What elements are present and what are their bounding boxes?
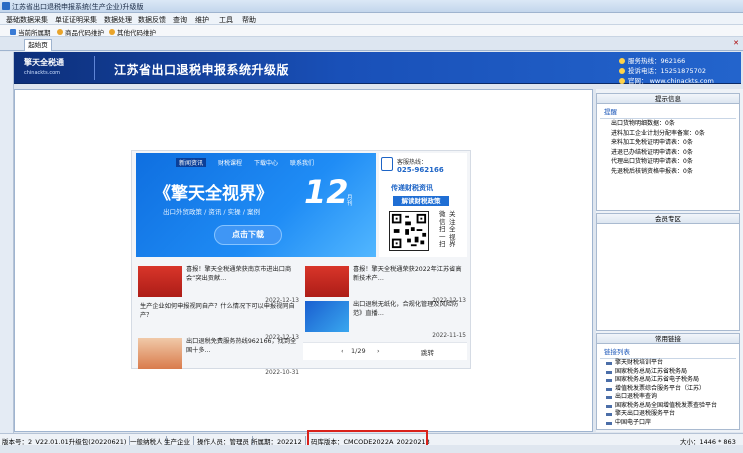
ad-nav-download[interactable]: 下载中心 [254,158,278,167]
complaint-phone: 投诉电话：15251875702 [619,65,706,75]
other-code-button[interactable]: 其他代码维护 [109,27,156,37]
follow-text-2: 关注全视界 [449,210,456,248]
slogan-1: 传递财税资讯 [391,184,433,192]
tip-line[interactable]: 来料加工免税证明申请表：0条 [597,138,739,148]
window-title: 江苏省出口退税申报系统(生产企业)升级版 [12,3,144,11]
hotline: 服务热线：962166 [619,55,685,65]
link-item[interactable]: 出口退税率查询 [597,393,739,402]
link-item[interactable]: 擎天财税培训平台 [597,359,739,368]
member-panel: 会员专区 [596,213,740,331]
news-item[interactable]: 出口退税免费服务热线962166，找到全国十多… 2022-10-31 [136,336,301,376]
tab-strip: 起始页 ✕ [0,37,743,51]
left-rail [0,52,14,433]
link-item[interactable]: 中国电子口岸 [597,419,739,428]
gear-icon [57,29,63,35]
tips-subheader: 提醒 [600,104,736,119]
link-item[interactable]: 国家税务总局江苏省电子税务局 [597,376,739,385]
member-header: 会员专区 [597,214,739,224]
menu-basic-data[interactable]: 基础数据采集 [6,15,48,25]
tips-header: 提示信息 [597,94,739,104]
toolbar: 当前所属期 商品代码维护 其他代码维护 [0,25,743,37]
goto-page-button[interactable]: 跳转 [421,347,434,357]
ad-headline: 《擎天全视界》 [154,184,273,204]
gear-icon [109,29,115,35]
ad-nav-courses[interactable]: 财税课程 [218,158,242,167]
ad-month-number: 12 [304,173,349,211]
qr-code-icon [389,211,429,251]
tips-panel: 提示信息 提醒 出口货物明细数据：0条 进料加工企业计划分配率备案：0条 来料加… [596,93,740,211]
phone-icon [619,58,625,64]
news-item[interactable]: 喜报！擎天全税通荣获2022年江苏省高新技术产… 2022-12-13 [303,264,468,304]
news-thumbnail [305,301,349,332]
link-item[interactable]: 增值税发票综合服务平台（江苏） [597,385,739,394]
title-bar: 江苏省出口退税申报系统(生产企业)升级版 [0,0,743,13]
brand-logo: 擎天全税通 chinackts.com [24,58,64,76]
ad-side-panel: 客服热线： 025-962166 传递财税资讯 解读财税政策 微信扫一扫 关注全… [379,153,467,257]
tip-line[interactable]: 出口货物明细数据：0条 [597,119,739,129]
magazine-ad[interactable]: 新闻资讯 财税课程 下载中心 联系我们 《擎天全视界》 12 月刊 出口外贸政策… [136,153,376,257]
hotline-label: 客服热线： [397,159,428,166]
menu-maintenance[interactable]: 维护 [195,15,209,25]
system-title: 江苏省出口退税申报系统升级版 [114,63,290,77]
tip-line[interactable]: 代理出口货物证明申请表：0条 [597,157,739,167]
ad-subline: 出口外贸政策 / 资讯 / 实操 / 案例 [163,208,260,216]
commodity-code-button[interactable]: 商品代码维护 [57,27,104,37]
links-panel: 常用链接 链接列表 擎天财税培训平台 国家税务总局江苏省税务局 国家税务总局江苏… [596,333,740,430]
slogan-2: 解读财税政策 [393,196,449,206]
news-item[interactable]: 出口退税无纸化，合规化管理及风险防范》直播… 2022-11-15 [303,299,468,339]
news-thumbnail [138,338,182,369]
news-item[interactable]: 生产企业如何申报视同自产？什么情况下可以申报视同自产？ 2022-12-13 [136,301,301,341]
tip-line[interactable]: 进退已办结税证明申请表：0条 [597,148,739,158]
phone-icon [619,68,625,74]
banner-divider [94,56,95,80]
header-banner: 擎天全税通 chinackts.com 江苏省出口退税申报系统升级版 服务热线：… [14,52,741,85]
ad-month-unit: 月刊 [347,195,353,207]
menu-data-feedback[interactable]: 数据反馈 [138,15,166,25]
follow-text-1: 微信扫一扫 [439,210,446,248]
menu-data-processing[interactable]: 数据处理 [104,15,132,25]
page-indicator: 1/29 [351,347,366,355]
link-item[interactable]: 国家税务总局全国增值税发票查验平台 [597,402,739,411]
hotline-number: 025-962166 [397,166,444,174]
tip-line[interactable]: 进料加工企业计划分配率备案：0条 [597,129,739,139]
link-item[interactable]: 擎天出口退税服务平台 [597,410,739,419]
globe-icon [619,78,625,84]
tip-line[interactable]: 先退税后核销资格申报表：0条 [597,167,739,177]
current-period-button[interactable]: 当前所属期 [10,27,51,37]
close-icon[interactable]: ✕ [733,39,739,47]
website-link[interactable]: 官网： www.chinackts.com [619,75,714,85]
ad-nav: 新闻资讯 财税课程 下载中心 联系我们 [176,158,314,167]
menu-query[interactable]: 查询 [173,15,187,25]
menu-certificate[interactable]: 单证证明采集 [55,15,97,25]
menu-tools[interactable]: 工具 [219,15,233,25]
download-button[interactable]: 点击下载 [214,225,282,245]
tab-start-page[interactable]: 起始页 [24,39,52,51]
right-sidebar: 提示信息 提醒 出口货物明细数据：0条 进料加工企业计划分配率备案：0条 来料加… [596,89,743,432]
news-thumbnail [305,266,349,297]
next-page-icon[interactable]: › [377,347,380,355]
bottom-strip [0,445,743,453]
news-item[interactable]: 喜报！擎天全税通荣获南京市进出口商会“突出贡献… 2022-12-13 [136,264,301,304]
app-icon [2,2,10,10]
ad-nav-news[interactable]: 新闻资讯 [176,158,207,167]
ad-nav-contact[interactable]: 联系我们 [290,158,314,167]
news-thumbnail [138,266,182,297]
links-subheader: 链接列表 [600,344,736,359]
menu-bar: 基础数据采集 单证证明采集 数据处理 数据反馈 查询 维护 工具 帮助 [0,13,743,25]
prev-page-icon[interactable]: ‹ [341,347,344,355]
calendar-icon [10,29,16,35]
pagination: ‹ 1/29 › 跳转 [303,342,467,360]
links-header: 常用链接 [597,334,739,344]
phone-icon [381,157,393,171]
link-item[interactable]: 国家税务总局江苏省税务局 [597,368,739,377]
menu-help[interactable]: 帮助 [242,15,256,25]
